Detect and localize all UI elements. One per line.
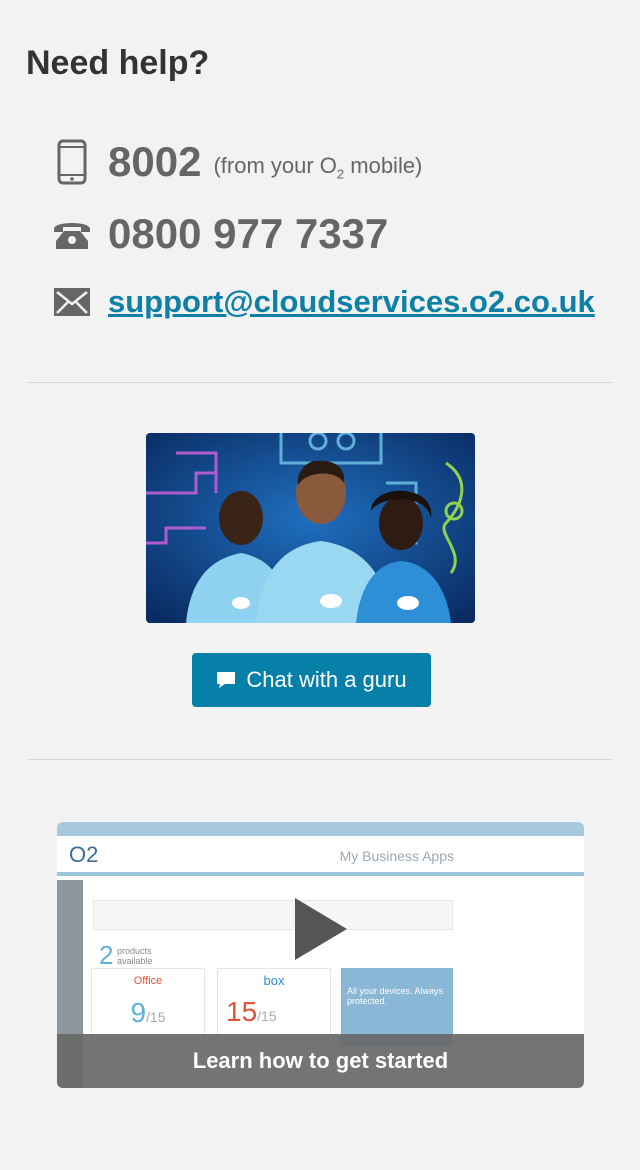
mobile-number: 8002 [108, 138, 202, 185]
preview-notice [93, 900, 453, 930]
chat-button-label: Chat with a guru [246, 667, 407, 692]
chat-bubble-icon [216, 671, 236, 689]
video-caption-bar: Learn how to get started [57, 1034, 584, 1088]
preview-product-label: products available [117, 946, 153, 966]
landline-contact-row: 0800 977 7337 [52, 210, 388, 258]
mobile-note: (from your O2 mobile) [213, 152, 423, 182]
guru-team-image [146, 433, 475, 623]
preview-title: My Business Apps [339, 848, 454, 864]
chat-with-guru-button[interactable]: Chat with a guru [192, 653, 431, 707]
play-icon[interactable] [293, 896, 349, 967]
divider [28, 759, 612, 760]
preview-top-bar [57, 822, 584, 836]
envelope-icon [52, 287, 92, 317]
divider [28, 382, 612, 383]
email-contact-row: support@cloudservices.o2.co.uk [52, 284, 595, 320]
landline-number: 0800 977 7337 [108, 210, 389, 257]
preview-logo: O2 [69, 842, 99, 867]
telephone-icon [52, 217, 92, 251]
video-caption: Learn how to get started [192, 1048, 449, 1073]
page-title: Need help? [26, 44, 210, 82]
getting-started-video[interactable]: O2 My Business Apps 2 products available… [57, 822, 584, 1088]
preview-product-count: 2 [99, 940, 114, 970]
support-email-link[interactable]: support@cloudservices.o2.co.uk [108, 284, 595, 320]
mobile-contact-row: 8002 (from your O2 mobile) [52, 138, 422, 186]
mobile-phone-icon [52, 139, 92, 185]
preview-brand-bar: O2 My Business Apps [57, 836, 584, 876]
